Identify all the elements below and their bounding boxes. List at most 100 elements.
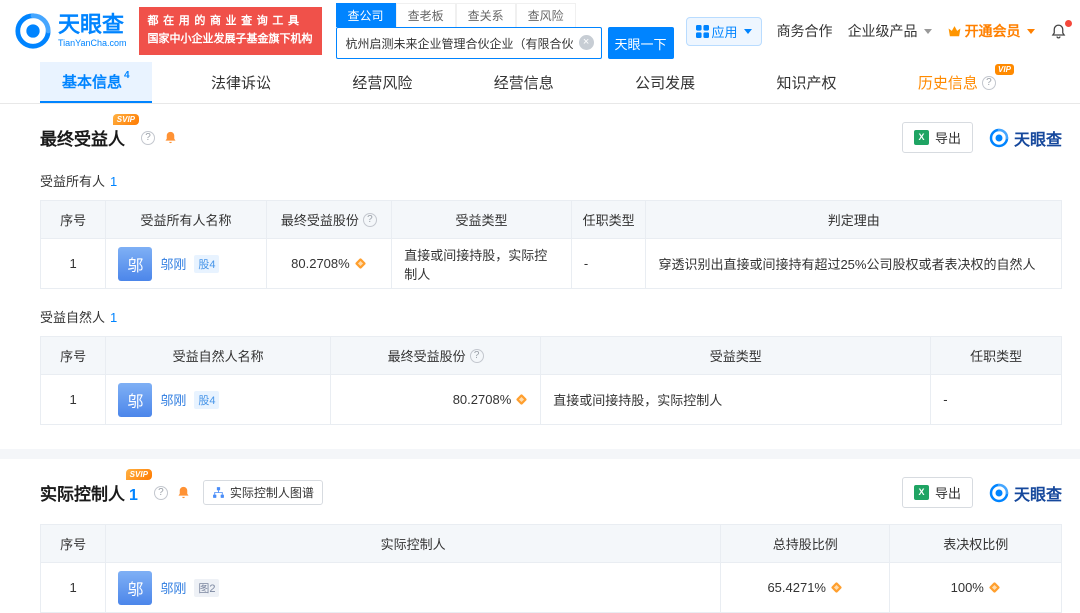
naturals-count[interactable]: 1 — [110, 310, 117, 325]
person-link[interactable]: 邬刚 — [160, 254, 186, 273]
search-tab-company[interactable]: 查公司 — [335, 3, 396, 27]
controller-section: 实际控制人1 SVIP 实际控制人图谱 导出 — [39, 469, 1062, 613]
col-job: 任职类型 — [930, 336, 1062, 375]
tab-label: 经营风险 — [352, 75, 413, 92]
tianyancha-watermark: 天眼查 — [989, 481, 1062, 505]
vip-tag: VIP — [995, 64, 1014, 75]
table-header-row: 序号 受益自然人名称 最终受益股份 受益类型 任职类型 — [39, 336, 1062, 375]
nav-cooperation[interactable]: 商务合作 — [777, 21, 833, 41]
svip-tag: SVIP — [112, 114, 139, 125]
tab-legal[interactable]: 法律诉讼 — [189, 62, 293, 103]
avatar[interactable]: 邬 — [118, 570, 153, 605]
help-icon[interactable] — [153, 485, 168, 500]
tab-operating-risk[interactable]: 经营风险 — [330, 62, 434, 103]
col-job: 任职类型 — [570, 200, 647, 239]
notification-bell-icon[interactable] — [1050, 19, 1072, 40]
search-button[interactable]: 天眼一下 — [607, 27, 674, 59]
vip-diamond-icon[interactable] — [988, 581, 1001, 594]
tab-label: 历史信息 — [917, 75, 978, 92]
vip-diamond-icon[interactable] — [354, 257, 367, 270]
promo-line1: 都在用的商业查询工具 — [147, 15, 304, 28]
col-reason: 判定理由 — [645, 200, 1062, 239]
org-chart-icon — [212, 487, 224, 498]
owners-count[interactable]: 1 — [110, 174, 117, 189]
eye-logo-icon — [989, 483, 1009, 502]
export-button[interactable]: 导出 — [901, 122, 973, 153]
tab-intellectual-property[interactable]: 知识产权 — [755, 62, 859, 103]
job-type: - — [570, 238, 647, 289]
col-name: 受益自然人名称 — [105, 336, 331, 375]
equity-badge[interactable]: 股4 — [194, 254, 220, 273]
chevron-down-icon — [1026, 28, 1035, 38]
help-icon[interactable] — [469, 348, 484, 363]
section-divider — [0, 449, 1080, 459]
tab-label: 公司发展 — [635, 75, 696, 92]
tab-basic-info[interactable]: 基本信息 4 — [40, 62, 152, 103]
col-name: 受益所有人名称 — [105, 200, 267, 239]
voting-value: 100% — [950, 580, 984, 595]
nav-enterprise-label: 企业级产品 — [847, 23, 918, 39]
export-label: 导出 — [934, 486, 961, 501]
help-icon[interactable] — [141, 130, 155, 145]
subscribe-bell-icon[interactable] — [176, 485, 191, 500]
graph-badge[interactable]: 图2 — [194, 578, 220, 597]
company-tabbar: 基本信息 4 法律诉讼 经营风险 经营信息 公司发展 知识产权 VIP 历史信息 — [0, 62, 1080, 104]
table-row: 1 邬 邬刚 股4 80.2708% — [39, 374, 1062, 425]
nav-open-vip[interactable]: 开通会员 — [947, 21, 1035, 41]
help-icon[interactable] — [981, 75, 996, 90]
search-tab-boss[interactable]: 查老板 — [395, 3, 456, 27]
tianyancha-logo[interactable]: 天眼查 TianYanCha.com — [14, 12, 127, 50]
notification-dot — [1064, 19, 1072, 27]
search-input[interactable] — [335, 27, 602, 59]
brand-domain: TianYanCha.com — [58, 38, 127, 48]
row-no: 1 — [39, 238, 107, 289]
clear-icon[interactable] — [578, 35, 594, 50]
col-type: 受益类型 — [540, 336, 932, 375]
tab-history-info[interactable]: VIP 历史信息 — [896, 62, 1018, 103]
excel-icon — [913, 130, 929, 145]
nav-apps-label: 应用 — [711, 24, 738, 40]
subscribe-bell-icon[interactable] — [163, 130, 178, 145]
equity-badge[interactable]: 股4 — [194, 390, 220, 409]
tab-operating-info[interactable]: 经营信息 — [472, 62, 576, 103]
top-header: 天眼查 TianYanCha.com 都在用的商业查询工具 国家中小企业发展子基… — [0, 0, 1080, 62]
export-button[interactable]: 导出 — [901, 477, 973, 508]
nav-open-vip-label: 开通会员 — [964, 23, 1021, 39]
app-grid-icon — [695, 24, 709, 38]
tab-label: 知识产权 — [776, 75, 837, 92]
search-tabs: 查公司 查老板 查关系 查风险 — [335, 3, 674, 27]
search-area: 查公司 查老板 查关系 查风险 天眼一下 — [335, 3, 674, 59]
brand-name: 天眼查 — [58, 12, 125, 37]
table-header-row: 序号 实际控制人 总持股比例 表决权比例 — [39, 524, 1062, 563]
vip-diamond-icon[interactable] — [830, 581, 843, 594]
naturals-subtitle: 受益自然人 1 — [40, 310, 118, 325]
help-icon[interactable] — [362, 212, 377, 227]
nav-enterprise[interactable]: 企业级产品 — [848, 21, 932, 41]
search-tab-risk[interactable]: 查风险 — [515, 3, 576, 27]
col-name: 实际控制人 — [105, 524, 721, 563]
benefit-type: 直接或间接持股，实际控制人 — [391, 238, 572, 289]
beneficiary-section: 最终受益人 SVIP 导出 天眼查 — [39, 114, 1062, 425]
avatar[interactable]: 邬 — [118, 246, 153, 281]
row-no: 1 — [39, 562, 107, 613]
col-no: 序号 — [39, 200, 107, 239]
promo-banner: 都在用的商业查询工具 国家中小企业发展子基金旗下机构 — [138, 7, 322, 55]
nav-apps[interactable]: 应用 — [685, 16, 762, 46]
person-link[interactable]: 邬刚 — [160, 578, 186, 597]
person-link[interactable]: 邬刚 — [160, 390, 186, 409]
table-row: 1 邬 邬刚 股4 80.2708% — [39, 238, 1062, 289]
tab-company-development[interactable]: 公司发展 — [613, 62, 717, 103]
tab-count: 4 — [124, 70, 130, 81]
tab-label: 法律诉讼 — [210, 75, 271, 92]
search-tab-relation[interactable]: 查关系 — [455, 3, 516, 27]
benefit-type: 直接或间接持股，实际控制人 — [540, 374, 932, 425]
vip-diamond-icon[interactable] — [515, 393, 528, 406]
controller-graph-button[interactable]: 实际控制人图谱 — [202, 480, 323, 505]
tab-label: 经营信息 — [493, 75, 554, 92]
beneficiary-owners-table: 序号 受益所有人名称 最终受益股份 受益类型 任职类型 判定理由 1 邬 邬刚 … — [39, 200, 1062, 289]
excel-icon — [913, 485, 929, 500]
bell-icon — [1051, 23, 1065, 38]
chevron-down-icon — [923, 28, 932, 38]
avatar[interactable]: 邬 — [118, 382, 153, 417]
top-nav: 应用 商务合作 企业级产品 开通会员 抓饭抓饭 — [685, 16, 1080, 46]
